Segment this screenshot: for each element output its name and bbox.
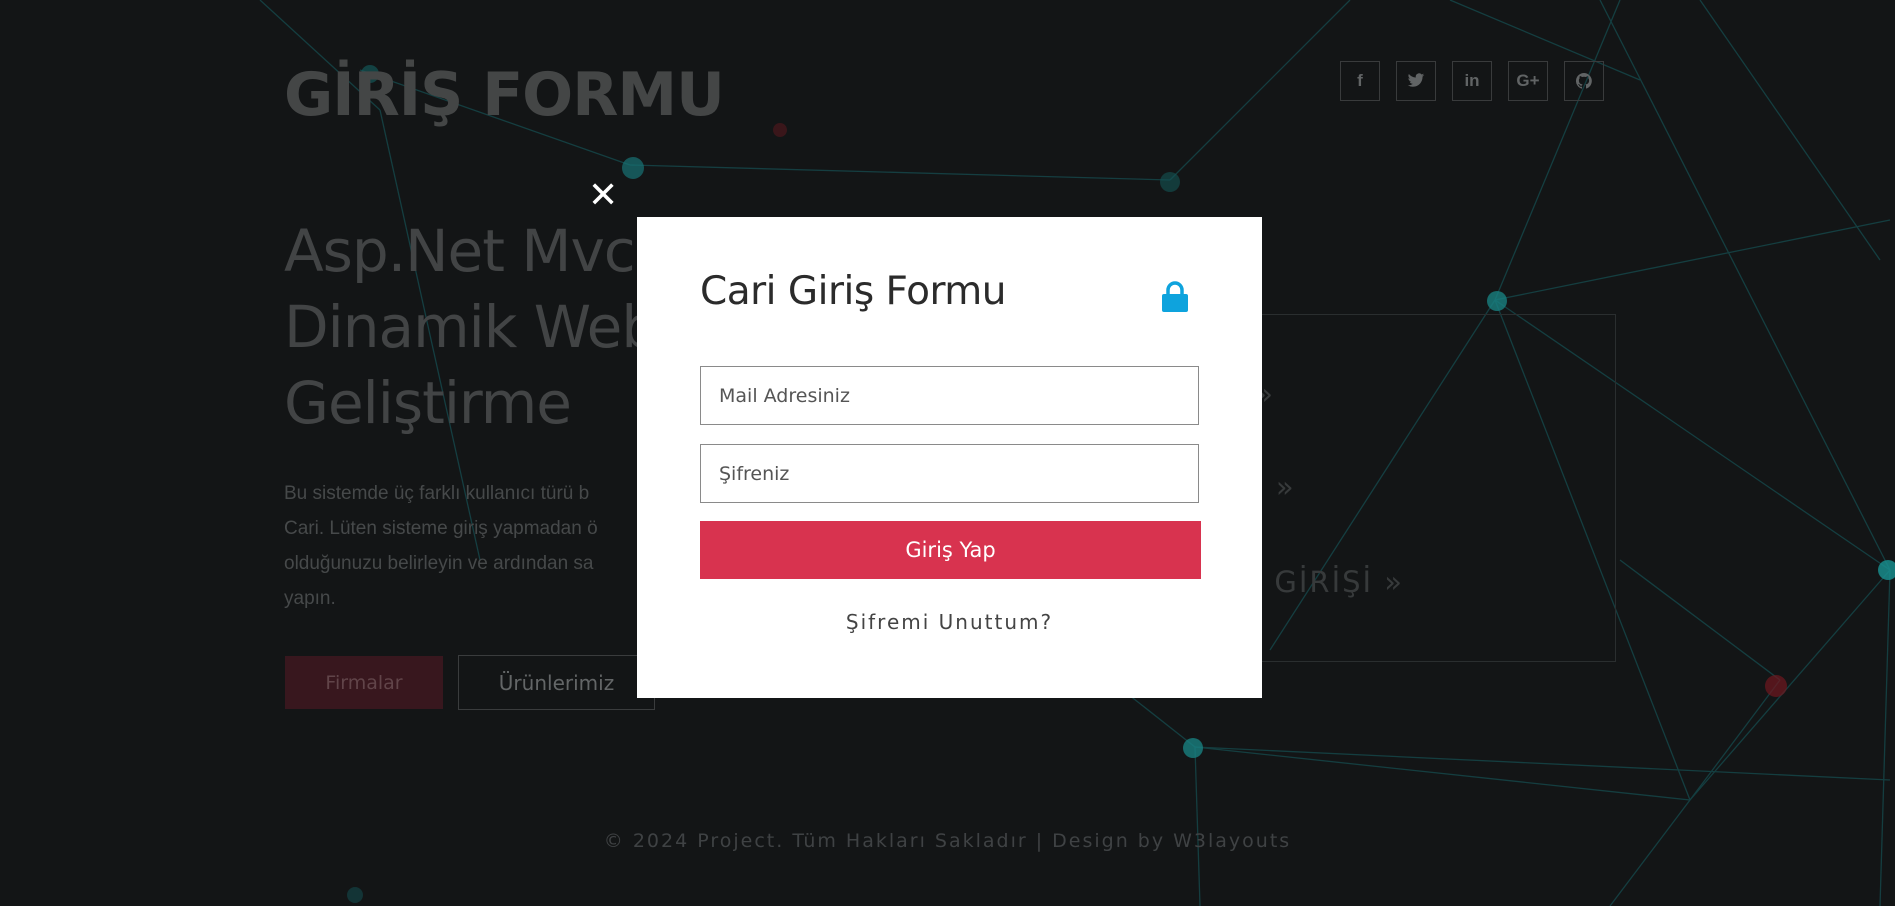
modal-title: Cari Giriş Formu: [700, 269, 1007, 314]
lock-icon: [1162, 281, 1188, 312]
login-submit-button[interactable]: Giriş Yap: [700, 521, 1201, 579]
password-field[interactable]: [700, 444, 1199, 503]
login-modal: Cari Giriş Formu Giriş Yap Şifremi Unutt…: [637, 217, 1262, 698]
email-field[interactable]: [700, 366, 1199, 425]
close-icon[interactable]: ✕: [588, 178, 618, 214]
forgot-password-link[interactable]: Şifremi Unuttum?: [637, 610, 1262, 634]
